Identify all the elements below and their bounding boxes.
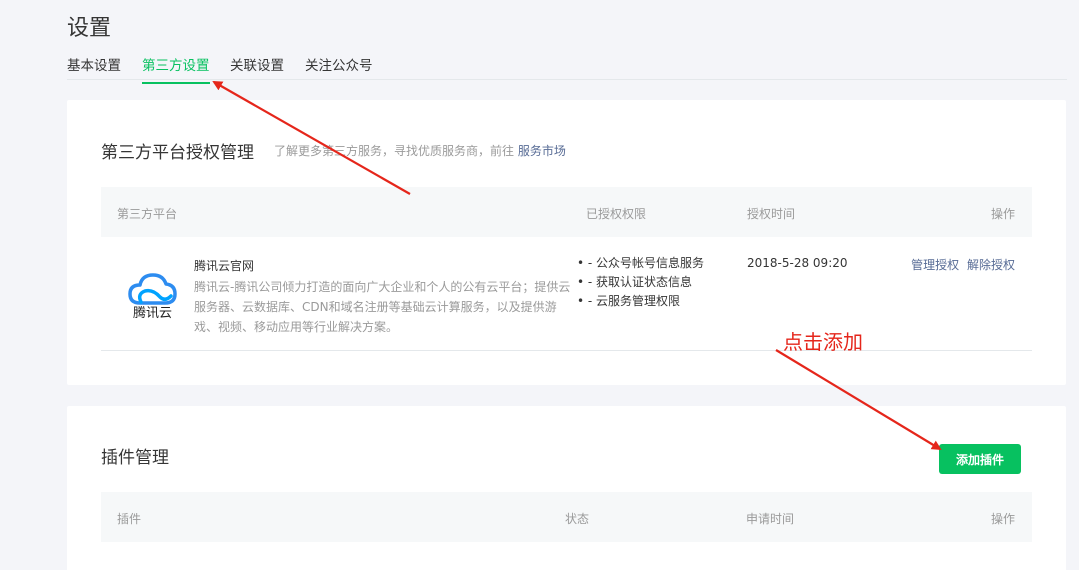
- tab-follow-account[interactable]: 关注公众号: [305, 54, 373, 82]
- column-header-plugin-actions: 操作: [990, 512, 1015, 526]
- page-title: 设置: [67, 16, 112, 41]
- permission-list: - 公众号帐号信息服务 - 获取认证状态信息 - 云服务管理权限: [577, 254, 704, 311]
- auth-time: 2018-5-28 09:20: [747, 256, 848, 270]
- plugin-table-header: 插件 状态 申请时间 操作: [101, 492, 1032, 542]
- settings-tabs: 基本设置 第三方设置 关联设置 关注公众号: [67, 50, 1067, 84]
- column-header-status: 状态: [565, 512, 590, 526]
- manage-auth-link[interactable]: 管理授权: [911, 258, 959, 272]
- platform-name: 腾讯云官网: [194, 259, 255, 273]
- column-header-auth-time: 授权时间: [747, 207, 796, 221]
- tencent-cloud-logo-text: 腾讯云: [133, 306, 173, 321]
- table-row: 腾讯云 腾讯云官网 腾讯云-腾讯公司倾力打造的面向广大企业和个人的公有云平台；提…: [101, 237, 1032, 351]
- permission-item: - 获取认证状态信息: [577, 273, 704, 292]
- plugin-section-title: 插件管理: [101, 448, 169, 468]
- column-header-plugin: 插件: [117, 512, 142, 526]
- permission-item: - 云服务管理权限: [577, 292, 704, 311]
- plugin-management-card: 插件管理 添加插件 插件 状态 申请时间 操作: [67, 406, 1066, 570]
- column-header-platform: 第三方平台: [117, 207, 178, 221]
- column-header-actions: 操作: [990, 207, 1015, 221]
- tab-linked-settings[interactable]: 关联设置: [230, 54, 284, 82]
- auth-table-header: 第三方平台 已授权权限 授权时间 操作: [101, 187, 1032, 237]
- third-party-auth-card: 第三方平台授权管理 了解更多第三方服务，寻找优质服务商，前往 服务市场 第三方平…: [67, 100, 1066, 385]
- row-actions: 管理授权 解除授权: [907, 256, 1015, 273]
- add-plugin-button[interactable]: 添加插件: [939, 444, 1021, 474]
- platform-description: 腾讯云-腾讯公司倾力打造的面向广大企业和个人的公有云平台；提供云服务器、云数据库…: [194, 280, 571, 334]
- tab-third-party-settings[interactable]: 第三方设置: [142, 54, 210, 84]
- column-header-permissions: 已授权权限: [586, 207, 647, 221]
- column-header-apply-time: 申请时间: [746, 512, 795, 526]
- permission-item: - 公众号帐号信息服务: [577, 254, 704, 273]
- revoke-auth-link[interactable]: 解除授权: [967, 258, 1015, 272]
- auth-subtitle-text: 了解更多第三方服务，寻找优质服务商，前往: [274, 144, 515, 158]
- auth-section-subtitle: 了解更多第三方服务，寻找优质服务商，前往 服务市场: [274, 142, 566, 159]
- annotation-text: 点击添加: [783, 330, 863, 354]
- tab-basic-settings[interactable]: 基本设置: [67, 54, 121, 82]
- auth-section-title: 第三方平台授权管理: [101, 143, 254, 163]
- service-market-link[interactable]: 服务市场: [518, 144, 566, 158]
